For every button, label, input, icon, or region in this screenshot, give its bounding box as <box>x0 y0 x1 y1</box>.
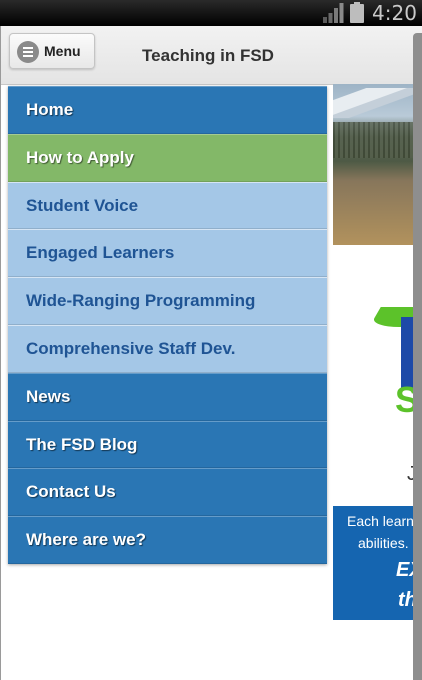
mission-line-4: th <box>398 589 413 611</box>
nav-item-news[interactable]: News <box>8 372 327 421</box>
nav-item-where-are-we[interactable]: Where are we? <box>8 516 327 564</box>
nav-item-label: News <box>26 386 71 406</box>
nav-item-label: Wide-Ranging Programming <box>26 291 256 311</box>
nav-item-contact-us[interactable]: Contact Us <box>8 468 327 517</box>
mission-line-1: Each learn <box>347 513 413 529</box>
page-title: Teaching in FSD <box>142 46 274 65</box>
nav-item-label: Contact Us <box>26 482 116 502</box>
nav-menu-panel: Home How to Apply Student Voice Engaged … <box>8 86 327 564</box>
nav-item-fsd-blog[interactable]: The FSD Blog <box>8 420 327 469</box>
nav-item-student-voice[interactable]: Student Voice <box>8 181 327 230</box>
nav-item-wide-ranging-programming[interactable]: Wide-Ranging Programming <box>8 277 327 325</box>
mission-line-3: EX <box>396 559 413 581</box>
nav-item-how-to-apply[interactable]: How to Apply <box>8 133 327 182</box>
nav-item-label: How to Apply <box>26 147 134 167</box>
nav-item-engaged-learners[interactable]: Engaged Learners <box>8 229 327 278</box>
app-header: Menu Teaching in FSD <box>0 26 422 85</box>
scrollbar[interactable] <box>413 33 422 680</box>
nav-item-label: Home <box>26 100 74 119</box>
nav-item-home[interactable]: Home <box>8 86 327 134</box>
mission-line-2: abilities. <box>358 535 409 551</box>
battery-icon <box>350 2 364 23</box>
nav-item-label: Engaged Learners <box>26 243 175 263</box>
district-logo: S J <box>333 245 413 505</box>
signal-icon <box>323 3 344 23</box>
status-bar: 4:20 <box>0 0 422 26</box>
nav-item-label: Comprehensive Staff Dev. <box>26 338 236 358</box>
mission-banner: Each learn abilities. EX th <box>333 506 413 620</box>
logo-letter-s: S <box>395 379 413 420</box>
status-time: 4:20 <box>372 1 417 25</box>
header-landscape-photo <box>333 84 413 245</box>
nav-item-label: Student Voice <box>26 195 139 215</box>
nav-item-comprehensive-staff-dev[interactable]: Comprehensive Staff Dev. <box>8 324 327 373</box>
nav-item-label: The FSD Blog <box>26 434 138 454</box>
nav-item-label: Where are we? <box>26 530 146 550</box>
